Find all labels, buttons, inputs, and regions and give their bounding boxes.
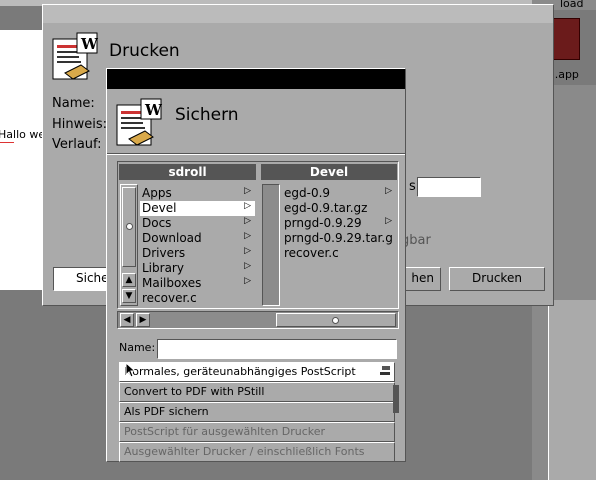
arrow-right-icon: ▷: [244, 261, 251, 271]
app-icon: [552, 18, 580, 60]
horizontal-scrollbar[interactable]: ◀ ▶: [117, 311, 399, 329]
dropdown-menu-icon: [380, 366, 390, 375]
history-label: Verlauf:: [52, 137, 102, 152]
file-browser: sdroll ▲ ▼ Apps ▷ Devel ▷ Docs ▷ Downloa…: [117, 161, 399, 309]
column1-list: Apps ▷ Devel ▷ Docs ▷ Download ▷ Drivers…: [140, 184, 255, 308]
format-dropdown-value: Normales, geräteunabhängiges PostScript: [124, 365, 356, 378]
partial-suffix: s: [409, 179, 416, 194]
list-item-prngd-tar[interactable]: prngd-0.9.29.tar.g: [282, 231, 396, 246]
format-option-pstill[interactable]: Convert to PDF with PStill: [119, 382, 395, 402]
list-item-prngd[interactable]: prngd-0.9.29 ▷: [282, 216, 396, 231]
column2-scrollbar[interactable]: [262, 184, 280, 306]
format-dropdown[interactable]: Normales, geräteunabhängiges PostScript: [119, 362, 395, 382]
list-item-mailboxes[interactable]: Mailboxes ▷: [140, 276, 255, 291]
print-window-icon: W: [51, 31, 101, 81]
filename-input[interactable]: [157, 339, 397, 359]
right-lower-panel: [548, 300, 596, 480]
arrow-right-icon: ▷: [385, 216, 392, 226]
arrow-right-icon: ▷: [244, 216, 251, 226]
column1-scroll-up[interactable]: ▲: [122, 273, 136, 287]
arrow-right-icon: ▷: [244, 231, 251, 241]
arrow-right-icon: ▷: [244, 276, 251, 286]
save-panel-title: Sichern: [175, 105, 239, 125]
format-option-pdf[interactable]: Als PDF sichern: [119, 402, 395, 422]
arrow-right-icon: ▷: [244, 186, 251, 196]
hint-label: Hinweis:: [52, 117, 108, 132]
filename-label: Name:: [119, 341, 156, 354]
list-item-docs[interactable]: Docs ▷: [140, 216, 255, 231]
format-option-printer-fonts[interactable]: Ausgewählter Drucker / einschließlich Fo…: [119, 442, 395, 462]
list-item-recover-c-2[interactable]: recover.c: [282, 246, 396, 261]
print-window-title: Drucken: [109, 41, 180, 61]
knob-dimple-icon: [332, 317, 339, 324]
list-item-devel[interactable]: Devel ▷: [140, 201, 255, 216]
list-item-egd[interactable]: egd-0.9 ▷: [282, 186, 396, 201]
header-divider: [107, 153, 405, 155]
column2-list: egd-0.9 ▷ egd-0.9.tar.gz prngd-0.9.29 ▷ …: [282, 184, 396, 308]
arrow-right-icon: ▷: [244, 246, 251, 256]
column1-scroll-down[interactable]: ▼: [122, 289, 136, 303]
column-header-sdroll: sdroll: [119, 164, 256, 180]
format-option-printer-ps[interactable]: PostScript für ausgewählten Drucker: [119, 422, 395, 442]
list-item-apps[interactable]: Apps ▷: [140, 186, 255, 201]
hidden-button-edge: [393, 385, 399, 413]
save-panel-icon: W: [115, 97, 165, 147]
svg-text:W: W: [144, 101, 163, 119]
list-item-recover-c[interactable]: recover.c: [140, 291, 255, 306]
arrow-right-icon: ▷: [244, 201, 251, 211]
scroll-right-button[interactable]: ▶: [136, 313, 150, 327]
print-button[interactable]: Drucken: [449, 267, 545, 291]
list-item-download[interactable]: Download ▷: [140, 231, 255, 246]
mouse-pointer-icon: [125, 361, 137, 378]
arrow-right-icon: ▷: [385, 186, 392, 196]
background-text-area: [0, 30, 44, 290]
list-item-drivers[interactable]: Drivers ▷: [140, 246, 255, 261]
name-label: Name:: [52, 96, 95, 111]
copies-field[interactable]: [417, 177, 481, 197]
knob-dimple-icon: [126, 223, 133, 230]
list-item-egd-tar[interactable]: egd-0.9.tar.gz: [282, 201, 396, 216]
list-item-library[interactable]: Library ▷: [140, 261, 255, 276]
save-panel: W Sichern sdroll ▲ ▼ Apps ▷ Devel ▷ Docs: [106, 68, 406, 462]
save-panel-titlebar[interactable]: [107, 69, 405, 89]
svg-text:W: W: [80, 35, 99, 53]
print-titlebar: [43, 5, 553, 23]
column1-scrollbar[interactable]: ▲ ▼: [120, 184, 138, 306]
left-edge-underline: [0, 142, 14, 143]
background-app-top-label: load: [560, 0, 584, 10]
scroll-left-button[interactable]: ◀: [120, 313, 134, 327]
column-header-devel: Devel: [261, 164, 397, 180]
